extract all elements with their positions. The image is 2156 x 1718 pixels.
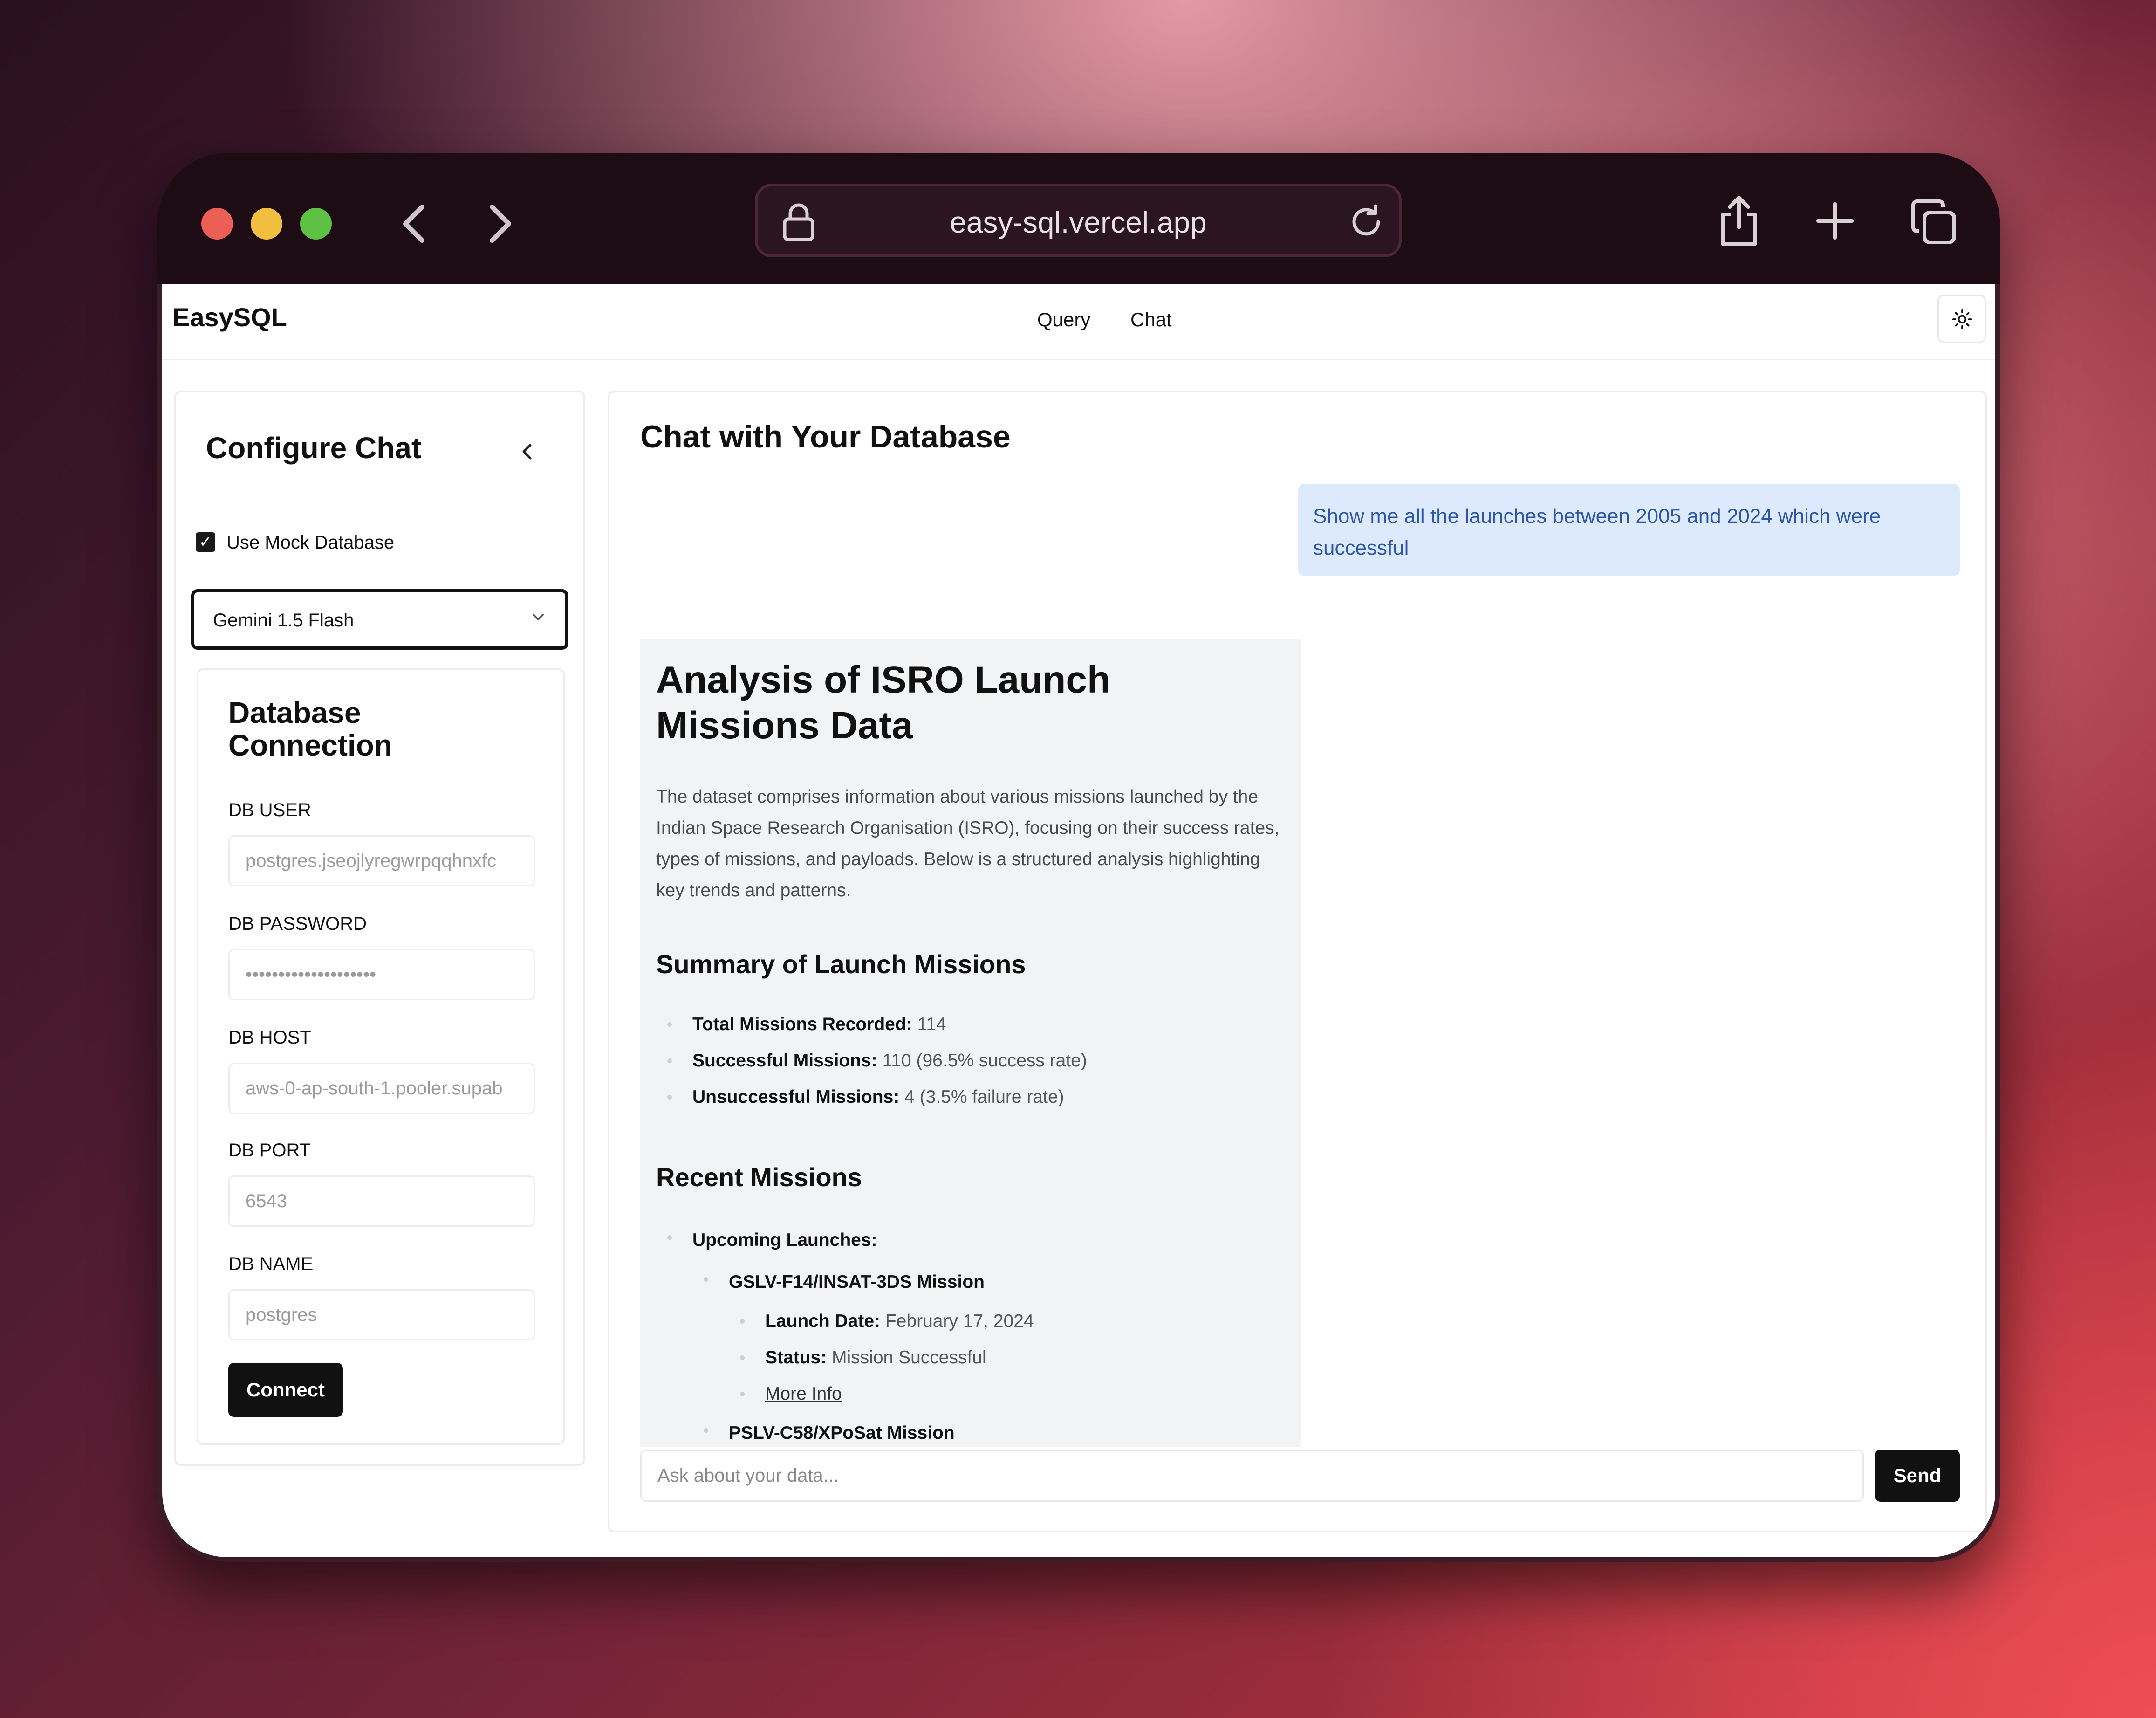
model-select-value: Gemini 1.5 Flash (213, 610, 354, 631)
web-page: EasySQL Query Chat Configure Chat ✓ Use … (162, 284, 1995, 1557)
status-value: Mission Successful (832, 1347, 986, 1368)
summary-list: Total Missions Recorded: 114 Successful … (656, 1006, 1285, 1115)
summary-label: Total Missions Recorded: (692, 1014, 912, 1034)
list-item: More Info (656, 1376, 1285, 1412)
close-window-button[interactable] (201, 208, 233, 240)
db-password-input[interactable]: •••••••••••••••••••• (228, 949, 535, 1000)
list-item: Upcoming Launches: (656, 1219, 1285, 1261)
db-port-input[interactable]: 6543 (228, 1175, 535, 1227)
summary-heading: Summary of Launch Missions (656, 949, 1026, 979)
summary-value: 4 (3.5% failure rate) (904, 1087, 1064, 1107)
chevron-down-icon (530, 608, 547, 629)
sidebar-title: Configure Chat (206, 431, 422, 465)
use-mock-database-checkbox[interactable]: ✓ (196, 532, 215, 552)
database-connection-title: Database Connection (228, 696, 392, 762)
launch-date-value: February 17, 2024 (885, 1311, 1034, 1331)
nav-link-chat[interactable]: Chat (1130, 309, 1172, 331)
back-arrow-icon[interactable] (396, 201, 433, 246)
chat-input[interactable]: Ask about your data... (640, 1450, 1864, 1502)
db-port-label: DB PORT (228, 1140, 311, 1161)
user-message-bubble: Show me all the launches between 2005 an… (1298, 484, 1960, 576)
db-host-input[interactable]: aws-0-ap-south-1.pooler.supab (228, 1063, 535, 1114)
list-item: Total Missions Recorded: 114 (656, 1006, 1285, 1043)
summary-value: 114 (917, 1014, 946, 1034)
url-text: easy-sql.vercel.app (950, 206, 1207, 239)
forward-arrow-icon[interactable] (481, 201, 518, 246)
db-user-input[interactable]: postgres.jseojlyregwrpqqhnxfc (228, 835, 535, 886)
answer-heading: Analysis of ISRO Launch Missions Data (656, 659, 1111, 747)
chat-title: Chat with Your Database (640, 419, 1011, 454)
list-item: Unsuccessful Missions: 4 (3.5% failure r… (656, 1079, 1285, 1115)
theme-toggle-button[interactable] (1937, 295, 1986, 343)
more-info-link[interactable]: More Info (765, 1384, 842, 1404)
mission-name: GSLV-F14/INSAT-3DS Mission (729, 1272, 985, 1292)
summary-label: Successful Missions: (692, 1051, 877, 1071)
brand-logo[interactable]: EasySQL (172, 302, 287, 332)
chat-panel: Chat with Your Database Show me all the … (608, 391, 1987, 1532)
recent-missions-list: Upcoming Launches: GSLV-F14/INSAT-3DS Mi… (656, 1219, 1285, 1447)
status-label: Status: (765, 1347, 827, 1368)
collapse-sidebar-button[interactable] (520, 441, 534, 467)
reload-icon[interactable] (1348, 203, 1385, 243)
db-name-input[interactable]: postgres (228, 1289, 535, 1340)
connect-button[interactable]: Connect (228, 1363, 343, 1417)
share-icon[interactable] (1718, 194, 1760, 250)
sun-icon (1952, 309, 1972, 332)
mission-name: PSLV-C58/XPoSat Mission (729, 1423, 955, 1443)
list-item: GSLV-F14/INSAT-3DS Mission (656, 1261, 1285, 1303)
assistant-message: Analysis of ISRO Launch Missions Data Th… (640, 639, 1301, 1447)
list-item: Launch Date: February 17, 2024 (656, 1303, 1285, 1340)
new-tab-icon[interactable] (1815, 201, 1855, 243)
minimize-window-button[interactable] (251, 208, 282, 240)
list-item: Successful Missions: 110 (96.5% success … (656, 1043, 1285, 1079)
db-password-label: DB PASSWORD (228, 914, 367, 934)
db-user-label: DB USER (228, 800, 311, 820)
summary-label: Unsuccessful Missions: (692, 1087, 900, 1107)
send-button[interactable]: Send (1875, 1450, 1960, 1502)
use-mock-database-label: Use Mock Database (226, 532, 395, 553)
browser-window: easy-sql.vercel.app EasySQL Query Chat C… (157, 153, 2000, 1562)
list-item: Status: Mission Successful (656, 1340, 1285, 1376)
tabs-overview-icon[interactable] (1910, 198, 1958, 248)
upcoming-label: Upcoming Launches: (692, 1230, 877, 1250)
maximize-window-button[interactable] (300, 208, 332, 240)
configure-chat-sidebar: Configure Chat ✓ Use Mock Database Gemin… (174, 391, 585, 1466)
chevron-left-icon (522, 444, 532, 460)
browser-titlebar: easy-sql.vercel.app (157, 153, 2000, 284)
answer-intro: The dataset comprises information about … (656, 787, 1280, 900)
recent-missions-heading: Recent Missions (656, 1162, 862, 1192)
app-header: EasySQL Query Chat (162, 284, 1995, 360)
list-item: PSLV-C58/XPoSat Mission (656, 1412, 1285, 1447)
summary-value: 110 (96.5% success rate) (882, 1051, 1087, 1071)
database-connection-card: Database Connection DB USER postgres.jse… (197, 668, 565, 1445)
launch-date-label: Launch Date: (765, 1311, 881, 1331)
address-bar[interactable]: easy-sql.vercel.app (755, 184, 1402, 257)
nav-link-query[interactable]: Query (1037, 309, 1090, 331)
db-name-label: DB NAME (228, 1254, 314, 1274)
db-host-label: DB HOST (228, 1027, 311, 1048)
model-select[interactable]: Gemini 1.5 Flash (191, 589, 568, 650)
